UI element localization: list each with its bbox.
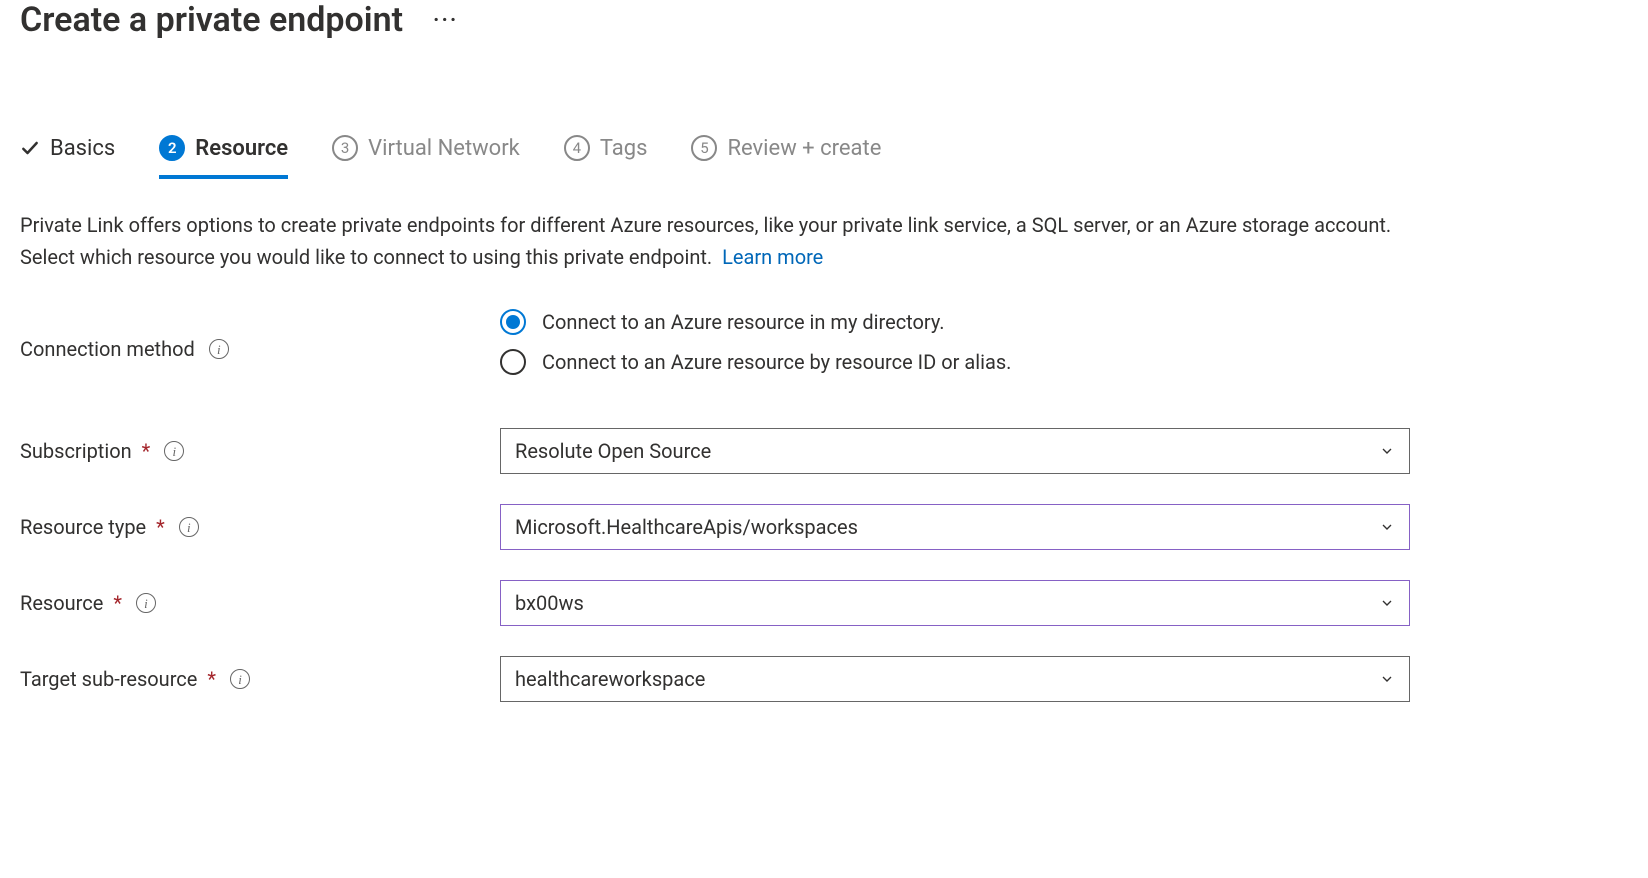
tab-tags[interactable]: 4 Tags	[564, 135, 648, 179]
connection-method-label: Connection method i	[20, 337, 500, 361]
info-icon[interactable]: i	[230, 669, 250, 689]
chevron-down-icon	[1379, 519, 1395, 535]
resource-form: Connection method i Connect to an Azure …	[20, 309, 1410, 703]
chevron-down-icon	[1379, 443, 1395, 459]
tab-description: Private Link offers options to create pr…	[20, 209, 1400, 273]
target-sub-resource-label: Target sub-resource* i	[20, 667, 500, 691]
required-asterisk: *	[142, 439, 151, 463]
tab-virtual-network[interactable]: 3 Virtual Network	[332, 135, 520, 179]
target-sub-resource-dropdown[interactable]: healthcareworkspace	[500, 656, 1410, 702]
resource-value: bx00ws	[515, 591, 584, 615]
resource-type-dropdown[interactable]: Microsoft.HealthcareApis/workspaces	[500, 504, 1410, 550]
tab-basics-label: Basics	[50, 136, 115, 161]
radio-icon	[500, 309, 526, 335]
tab-resource[interactable]: 2 Resource	[159, 135, 288, 179]
radio-connect-directory[interactable]: Connect to an Azure resource in my direc…	[500, 309, 1410, 335]
required-asterisk: *	[113, 591, 122, 615]
info-icon[interactable]: i	[136, 593, 156, 613]
required-asterisk: *	[156, 515, 165, 539]
wizard-tabs: Basics 2 Resource 3 Virtual Network 4 Ta…	[20, 135, 1628, 179]
subscription-label: Subscription* i	[20, 439, 500, 463]
page-title-text: Create a private endpoint	[20, 0, 403, 40]
info-icon[interactable]: i	[164, 441, 184, 461]
info-icon[interactable]: i	[209, 339, 229, 359]
required-asterisk: *	[207, 667, 216, 691]
radio-icon	[500, 349, 526, 375]
tab-review-label: Review + create	[727, 136, 881, 161]
step-4-badge: 4	[564, 135, 590, 161]
row-resource-type: Resource type* i Microsoft.HealthcareApi…	[20, 503, 1410, 551]
learn-more-link[interactable]: Learn more	[722, 245, 823, 269]
resource-dropdown[interactable]: bx00ws	[500, 580, 1410, 626]
row-target-sub-resource: Target sub-resource* i healthcareworkspa…	[20, 655, 1410, 703]
chevron-down-icon	[1379, 595, 1395, 611]
row-subscription: Subscription* i Resolute Open Source	[20, 427, 1410, 475]
info-icon[interactable]: i	[179, 517, 199, 537]
resource-label: Resource* i	[20, 591, 500, 615]
step-3-badge: 3	[332, 135, 358, 161]
radio-alias-label: Connect to an Azure resource by resource…	[542, 350, 1011, 374]
resource-type-value: Microsoft.HealthcareApis/workspaces	[515, 515, 858, 539]
subscription-dropdown[interactable]: Resolute Open Source	[500, 428, 1410, 474]
row-connection-method: Connection method i Connect to an Azure …	[20, 309, 1410, 389]
tab-review-create[interactable]: 5 Review + create	[691, 135, 881, 179]
tab-basics[interactable]: Basics	[20, 136, 115, 179]
chevron-down-icon	[1379, 671, 1395, 687]
more-actions-icon[interactable]: ···	[433, 8, 458, 33]
target-sub-resource-value: healthcareworkspace	[515, 667, 705, 691]
subscription-value: Resolute Open Source	[515, 439, 711, 463]
radio-connect-alias[interactable]: Connect to an Azure resource by resource…	[500, 349, 1410, 375]
tab-resource-label: Resource	[195, 136, 288, 161]
tab-tags-label: Tags	[600, 136, 648, 161]
description-text: Private Link offers options to create pr…	[20, 213, 1391, 269]
step-5-badge: 5	[691, 135, 717, 161]
page-title: Create a private endpoint ···	[20, 0, 1628, 40]
resource-type-label: Resource type* i	[20, 515, 500, 539]
row-resource: Resource* i bx00ws	[20, 579, 1410, 627]
step-2-badge: 2	[159, 135, 185, 161]
tab-vnet-label: Virtual Network	[368, 136, 520, 161]
checkmark-icon	[20, 138, 40, 158]
radio-directory-label: Connect to an Azure resource in my direc…	[542, 310, 945, 334]
